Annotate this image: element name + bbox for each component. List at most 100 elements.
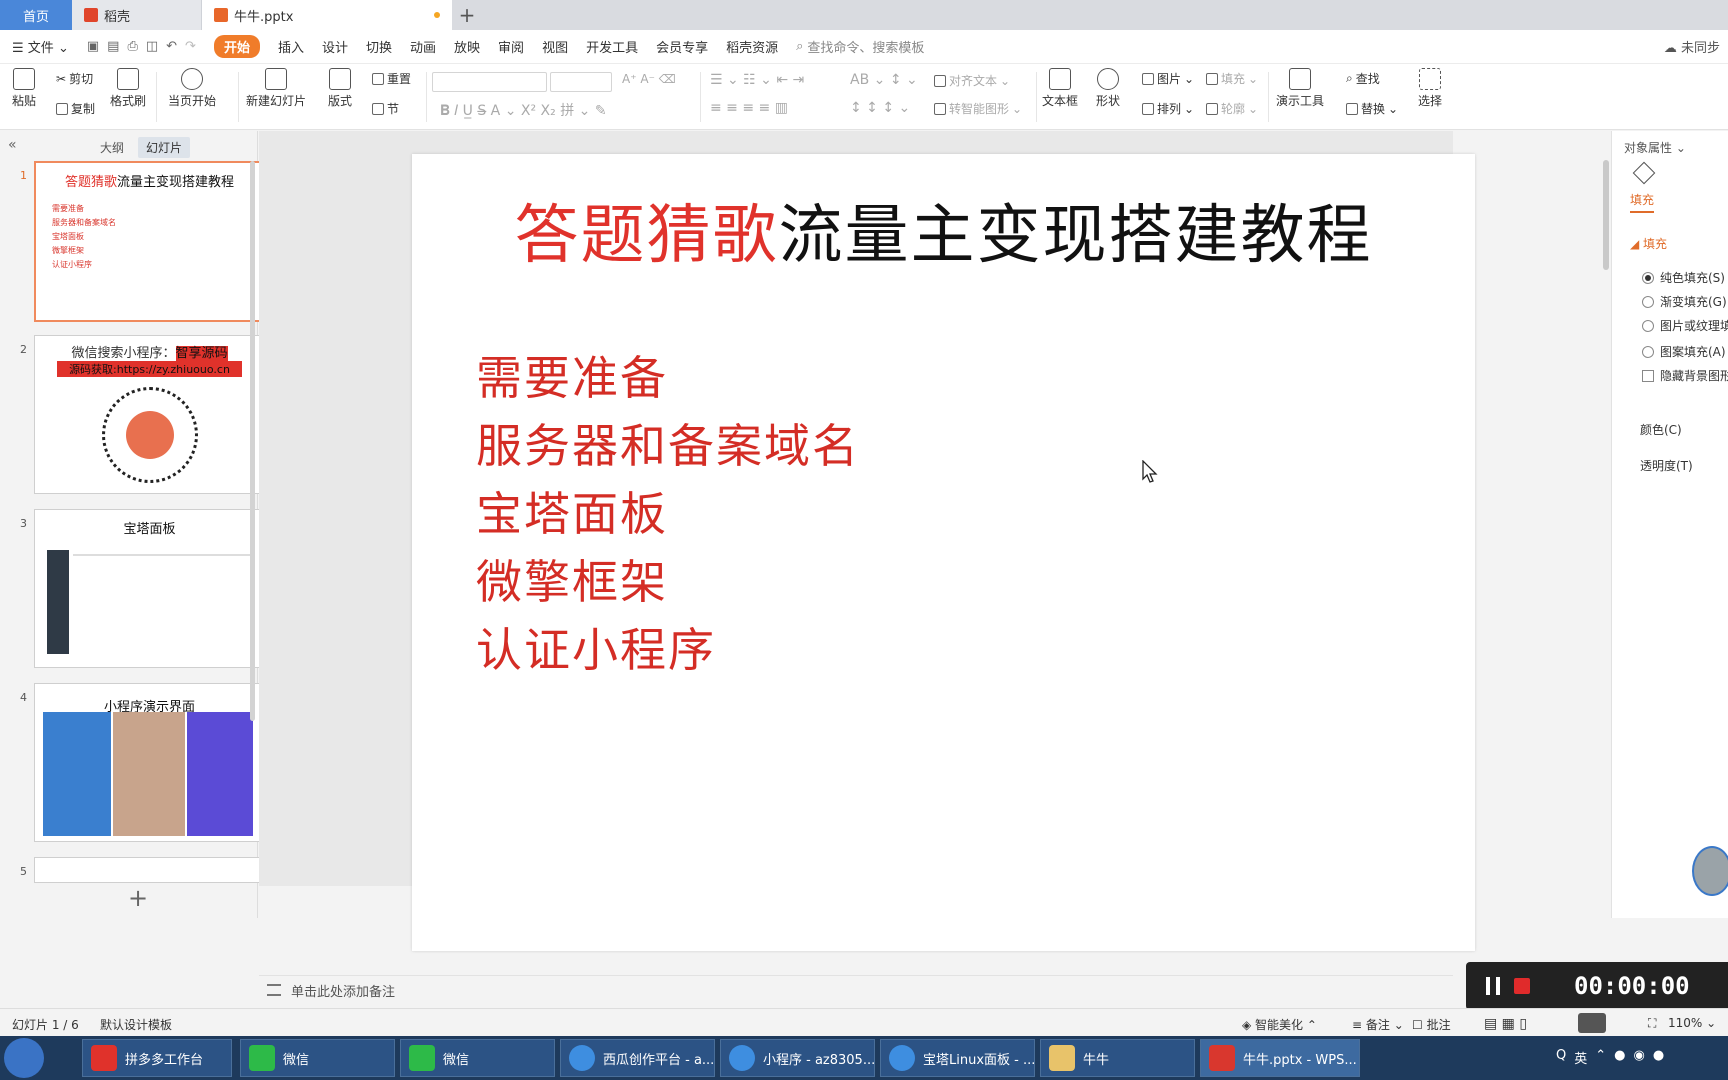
find-button[interactable]: ⌕ 查找 xyxy=(1346,70,1380,87)
menu-view[interactable]: 视图 xyxy=(542,37,568,56)
smart-beautify-button[interactable]: ◈ 智能美化 ⌃ xyxy=(1242,1016,1317,1033)
menu-daoke-resources[interactable]: 稻壳资源 xyxy=(726,37,778,56)
menu-member[interactable]: 会员专享 xyxy=(656,37,708,56)
font-grow-icon[interactable]: A⁺ A⁻ ⌫ xyxy=(622,72,676,86)
cut-button[interactable]: ✂ 剪切 xyxy=(56,70,93,87)
redo-icon[interactable]: ↷ xyxy=(185,39,196,54)
cloud-sync-status[interactable]: ☁ 未同步 xyxy=(1664,37,1720,56)
section-button[interactable]: 节 xyxy=(372,100,399,117)
slide-thumbnail-1[interactable]: 答题猜歌流量主变现搭建教程 需要准备 服务器和备案域名 宝塔面板 微擎框架 认证… xyxy=(34,161,265,322)
align-text-button[interactable]: 对齐文本 ⌄ xyxy=(934,72,1010,89)
fit-window-icon[interactable]: ⛶ xyxy=(1648,1016,1656,1031)
layout-button[interactable]: 版式 xyxy=(328,68,352,109)
start-button[interactable] xyxy=(4,1038,44,1078)
replace-button[interactable]: 替换 ⌄ xyxy=(1346,100,1398,117)
new-slide-button[interactable]: 新建幻灯片 xyxy=(246,68,306,109)
menu-design[interactable]: 设计 xyxy=(322,37,348,56)
taskbar-item-wechat-2[interactable]: 微信 xyxy=(400,1039,555,1077)
tray-wechat-icon[interactable]: ● xyxy=(1653,1048,1664,1067)
font-family-select[interactable] xyxy=(432,72,547,92)
panel-scrollbar[interactable] xyxy=(250,161,255,721)
textbox-button[interactable]: 文本框 xyxy=(1042,68,1078,109)
tray-qq-icon[interactable]: ● xyxy=(1614,1048,1625,1067)
slide-thumbnail-3[interactable]: 宝塔面板 xyxy=(34,509,265,668)
taskbar-item-folder[interactable]: 牛牛 xyxy=(1040,1039,1195,1077)
gradient-fill-radio[interactable]: 渐变填充(G) xyxy=(1642,293,1727,310)
tab-fill[interactable]: 填充 xyxy=(1630,191,1655,213)
picture-button[interactable]: 图片 ⌄ xyxy=(1142,70,1194,87)
paragraph-align-buttons[interactable]: ≡ ≡ ≡ ≡ ▥ xyxy=(710,100,788,116)
comments-button[interactable]: ☐ 批注 xyxy=(1412,1016,1451,1033)
tab-outline[interactable]: 大纲 xyxy=(92,137,132,158)
menu-slideshow[interactable]: 放映 xyxy=(454,37,480,56)
taskbar-item-browser-1[interactable]: 西瓜创作平台 - a... xyxy=(560,1039,715,1077)
font-style-buttons[interactable]: 𝐁 𝐼 U̲ S̶ A ⌄ X² X₂ 拼 ⌄ ✎ xyxy=(440,100,607,120)
preview-icon[interactable]: ◫ xyxy=(146,39,158,54)
play-from-current-button[interactable]: 当页开始 xyxy=(168,68,216,109)
properties-scrollbar[interactable] xyxy=(1603,160,1609,270)
print-icon[interactable]: ⎙ xyxy=(127,39,137,54)
presentation-tools-button[interactable]: 演示工具 xyxy=(1276,68,1324,109)
slide-title[interactable]: 答题猜歌流量主变现搭建教程 xyxy=(412,184,1475,276)
slide-1[interactable]: 答题猜歌流量主变现搭建教程 需要准备 服务器和备案域名 宝塔面板 微擎框架 认证… xyxy=(412,154,1475,951)
slide-content[interactable]: 需要准备 服务器和备案域名 宝塔面板 微擎框架 认证小程序 xyxy=(476,344,860,684)
new-tab-button[interactable]: + xyxy=(452,0,482,30)
play-slideshow-icon[interactable] xyxy=(1578,1013,1606,1033)
list-buttons[interactable]: ☰ ⌄ ☷ ⌄ ⇤ ⇥ xyxy=(710,72,804,88)
select-button[interactable]: 选择 xyxy=(1418,68,1442,109)
paste-button[interactable]: 粘贴 xyxy=(12,68,36,109)
export-icon[interactable]: ▤ xyxy=(107,39,119,54)
slide-thumbnail-4[interactable]: 小程序演示界面 xyxy=(34,683,265,842)
menu-transition[interactable]: 切换 xyxy=(366,37,392,56)
taskbar-item-wechat-1[interactable]: 微信 xyxy=(240,1039,395,1077)
menu-start[interactable]: 开始 xyxy=(213,35,260,58)
fill-button[interactable]: 填充 ⌄ xyxy=(1206,70,1258,87)
collapse-panel-icon[interactable]: « xyxy=(8,137,17,153)
add-slide-button[interactable]: + xyxy=(128,884,148,912)
undo-icon[interactable]: ↶ xyxy=(166,39,177,54)
tab-document[interactable]: 牛牛.pptx xyxy=(202,0,452,30)
tray-expand-icon[interactable]: ⌃ xyxy=(1595,1048,1606,1067)
tab-home[interactable]: 首页 xyxy=(0,0,72,30)
pause-icon[interactable] xyxy=(1486,977,1500,995)
view-mode-buttons[interactable]: ▤ ▦ ▯ xyxy=(1484,1016,1527,1032)
smart-shape-button[interactable]: 转智能图形 ⌄ xyxy=(934,100,1022,117)
zoom-level[interactable]: 110% ⌄ xyxy=(1668,1016,1716,1030)
menu-review[interactable]: 审阅 xyxy=(498,37,524,56)
notes-bar[interactable]: 单击此处添加备注 xyxy=(259,975,1453,1005)
fill-section-header[interactable]: ◢ 填充 xyxy=(1630,235,1667,252)
font-size-select[interactable] xyxy=(550,72,612,92)
tab-slides[interactable]: 幻灯片 xyxy=(138,137,191,158)
line-spacing-buttons[interactable]: ↕ ↕ ↕ ⌄ xyxy=(850,100,910,116)
format-painter-button[interactable]: 格式刷 xyxy=(110,68,146,109)
taskbar-item-pinduoduo[interactable]: 拼多多工作台 xyxy=(82,1039,232,1077)
slide-thumbnail-5[interactable] xyxy=(34,857,265,883)
shape-button[interactable]: 形状 xyxy=(1096,68,1120,109)
tab-daoke[interactable]: 稻壳 xyxy=(72,0,202,30)
tray-network-icon[interactable]: ◉ xyxy=(1634,1048,1645,1067)
panel-title[interactable]: 对象属性 ⌄ xyxy=(1624,139,1686,156)
stop-icon[interactable] xyxy=(1514,978,1530,994)
menu-insert[interactable]: 插入 xyxy=(278,37,304,56)
menu-animation[interactable]: 动画 xyxy=(410,37,436,56)
solid-fill-radio[interactable]: 纯色填充(S) xyxy=(1642,269,1725,286)
taskbar-item-wps[interactable]: 牛牛.pptx - WPS... xyxy=(1200,1039,1360,1077)
ime-icon[interactable]: Q xyxy=(1556,1048,1566,1067)
copy-button[interactable]: 复制 xyxy=(56,100,95,117)
arrange-button[interactable]: 排列 ⌄ xyxy=(1142,100,1194,117)
menu-developer[interactable]: 开发工具 xyxy=(586,37,638,56)
command-search[interactable]: ⌕ 查找命令、搜索模板 xyxy=(796,37,924,56)
text-direction-buttons[interactable]: AB ⌄ ↕ ⌄ xyxy=(850,72,918,88)
reset-button[interactable]: 重置 xyxy=(372,70,411,87)
hide-background-checkbox[interactable]: 隐藏背景图形 xyxy=(1642,367,1728,384)
template-name[interactable]: 默认设计模板 xyxy=(100,1016,172,1033)
pattern-fill-radio[interactable]: 图案填充(A) xyxy=(1642,343,1726,360)
notes-toggle-button[interactable]: ≡ 备注 ⌄ xyxy=(1352,1016,1404,1033)
picture-fill-radio[interactable]: 图片或纹理填 xyxy=(1642,317,1728,334)
save-icon[interactable]: ▣ xyxy=(87,39,99,54)
ime-language[interactable]: 英 xyxy=(1574,1048,1587,1067)
taskbar-item-browser-2[interactable]: 小程序 - az8305... xyxy=(720,1039,875,1077)
slide-thumbnail-2[interactable]: 微信搜索小程序：智享源码 源码获取:https://zy.zhiuouo.cn xyxy=(34,335,265,494)
taskbar-item-browser-3[interactable]: 宝塔Linux面板 - ... xyxy=(880,1039,1035,1077)
outline-button[interactable]: 轮廓 ⌄ xyxy=(1206,100,1258,117)
